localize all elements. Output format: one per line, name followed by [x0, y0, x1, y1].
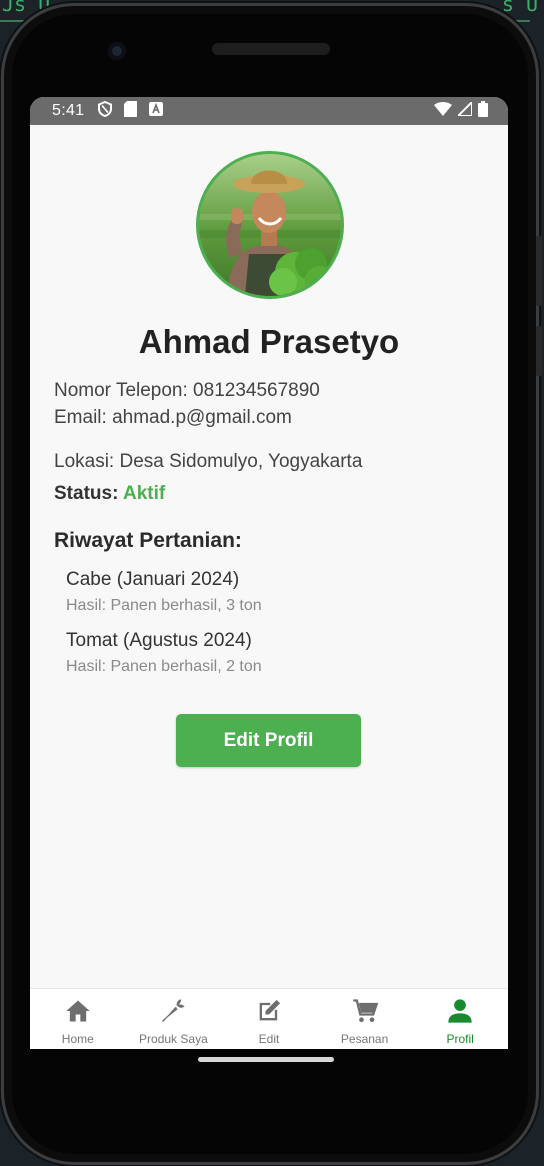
cart-icon	[352, 999, 378, 1023]
phone-number-text: Nomor Telepon: 081234567890	[54, 380, 320, 401]
signal-icon	[455, 99, 473, 121]
power-button	[536, 326, 542, 376]
status-badge: Aktif	[122, 483, 166, 504]
nav-item-home[interactable]: Home	[30, 989, 126, 1049]
background-code-right: s U	[501, 0, 538, 16]
nav-label: Produk Saya	[139, 1032, 208, 1046]
history-item-result: Hasil: Panen berhasil, 3 ton	[66, 597, 262, 614]
person-icon	[448, 999, 472, 1023]
front-camera	[108, 42, 126, 60]
shield-icon	[98, 100, 113, 122]
nav-item-profil[interactable]: Profil	[412, 989, 508, 1049]
location-text: Lokasi: Desa Sidomulyo, Yogyakarta	[54, 451, 363, 472]
nav-label: Pesanan	[340, 1032, 389, 1046]
nav-item-produk-saya[interactable]: Produk Saya	[126, 989, 222, 1049]
profile-name: Ahmad Prasetyo	[138, 323, 400, 360]
history-item-title: Cabe (Januari 2024)	[66, 569, 240, 590]
edit-profile-button[interactable]: Edit Profil	[176, 714, 361, 767]
battery-icon	[478, 100, 488, 122]
home-icon	[66, 1000, 90, 1022]
wifi-icon	[434, 101, 452, 121]
email-text: Email: ahmad.p@gmail.com	[54, 407, 292, 428]
list-item: Cabe (Januari 2024) Hasil: Panen berhasi…	[66, 569, 262, 615]
nav-label: Profil	[446, 1032, 474, 1046]
status-label: Status:	[54, 483, 123, 504]
nav-item-pesanan[interactable]: Pesanan	[317, 989, 413, 1049]
nav-item-edit[interactable]: Edit	[221, 989, 317, 1049]
status-bar: 5:41	[30, 97, 508, 125]
sd-card-icon	[124, 100, 138, 122]
nav-label: Home	[61, 1032, 94, 1046]
avatar	[196, 151, 344, 299]
volume-button	[536, 236, 542, 306]
font-a-icon	[149, 101, 164, 121]
bottom-navigation: Home Produk Saya Edit Pesanan Profil	[30, 988, 508, 1049]
home-indicator[interactable]	[198, 1057, 334, 1062]
nav-label: Edit	[258, 1032, 280, 1046]
profile-content: Ahmad Prasetyo Nomor Telepon: 0812345678…	[30, 125, 508, 989]
app-screen: 5:41 Ahmad Prasetyo Nomor Telepon: 08123…	[30, 97, 508, 1049]
history-item-result: Hasil: Panen berhasil, 2 ton	[66, 658, 262, 675]
edit-icon	[259, 999, 281, 1021]
status-time: 5:41	[52, 102, 85, 119]
status-line: Status: Aktif	[54, 483, 165, 505]
carrot-icon	[162, 999, 186, 1022]
history-title: Riwayat Pertanian:	[54, 529, 242, 552]
list-item: Tomat (Agustus 2024) Hasil: Panen berhas…	[66, 630, 262, 676]
earpiece-speaker	[212, 43, 330, 55]
history-item-title: Tomat (Agustus 2024)	[66, 630, 252, 651]
